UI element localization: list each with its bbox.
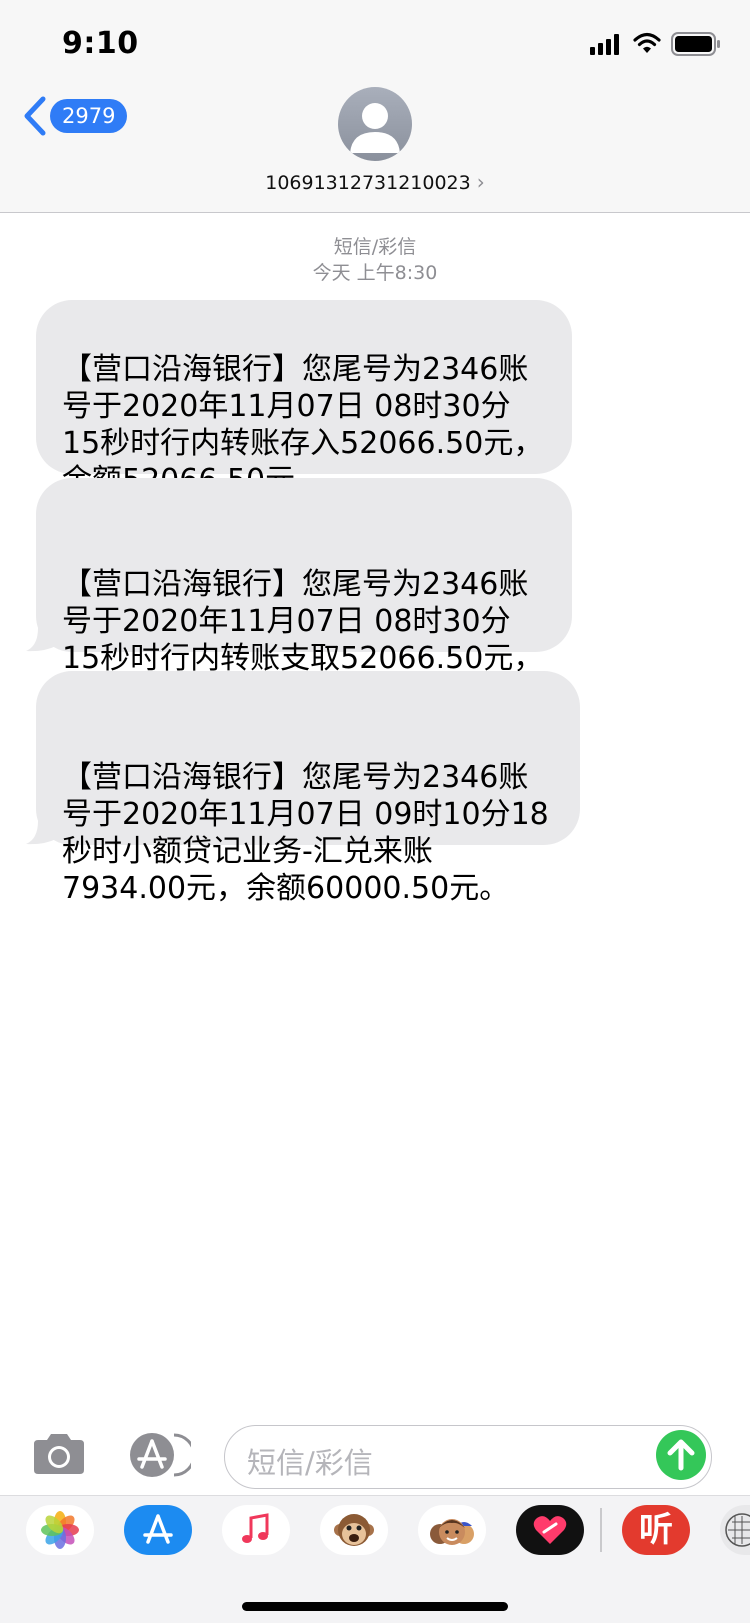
message-text: 【营口沿海银行】您尾号为2346账号于2020年11月07日 08时30分15秒… (62, 352, 544, 498)
grid-icon (725, 1513, 750, 1547)
message-text: 【营口沿海银行】您尾号为2346账号于2020年11月07日 09时10分18秒… (62, 760, 549, 906)
battery-icon (671, 32, 720, 56)
ting-icon: 听 (639, 1510, 673, 1550)
music-app-button[interactable] (222, 1505, 290, 1555)
app-store-icon (143, 1514, 173, 1544)
photos-app-button[interactable] (26, 1505, 94, 1555)
digital-touch-app-button[interactable] (516, 1505, 584, 1555)
message-bubble[interactable]: 【营口沿海银行】您尾号为2346账号于2020年11月07日 08时30分15秒… (36, 300, 572, 498)
bubble-tail (26, 624, 56, 652)
app-store-icon[interactable] (125, 1432, 191, 1478)
animoji-app-button[interactable] (320, 1505, 388, 1555)
contact-number[interactable]: 10691312731210023 › (0, 170, 750, 194)
monkey-icon (334, 1514, 374, 1546)
send-button[interactable] (656, 1430, 706, 1480)
memoji-icon (430, 1519, 474, 1545)
ting-app-button[interactable]: 听 (622, 1505, 690, 1555)
thread-timestamp: 短信/彩信 今天 上午8:30 (0, 234, 750, 286)
arrow-up-icon (667, 1439, 695, 1471)
status-time: 9:10 (62, 26, 139, 61)
photos-icon (41, 1511, 79, 1549)
timestamp-label: 今天 上午8:30 (312, 262, 438, 284)
home-indicator[interactable] (242, 1602, 508, 1611)
cellular-signal-icon (590, 34, 619, 55)
message-input[interactable]: 短信/彩信 (224, 1425, 712, 1489)
person-icon (350, 103, 400, 153)
memoji-app-button[interactable] (418, 1505, 486, 1555)
contact-avatar[interactable] (338, 87, 412, 161)
unread-count-badge: 2979 (50, 99, 128, 133)
service-label: 短信/彩信 (333, 236, 417, 258)
drawer-divider (600, 1508, 602, 1552)
navigation-header: 9:10 2979 10691312731210023 › (0, 0, 750, 213)
chevron-left-icon (24, 96, 46, 136)
message-bubble[interactable]: 【营口沿海银行】您尾号为2346账号于2020年11月07日 09时10分18秒… (26, 671, 580, 906)
app-store-app-button[interactable] (124, 1505, 192, 1555)
message-input-placeholder: 短信/彩信 (247, 1446, 373, 1480)
contact-number-text: 10691312731210023 (265, 172, 471, 194)
message-bubble[interactable]: 【营口沿海银行】您尾号为2346账号于2020年11月07日 08时30分15秒… (26, 478, 572, 713)
music-icon (242, 1513, 269, 1543)
chevron-right-icon: › (476, 170, 485, 194)
bubble-tail (26, 817, 56, 845)
wifi-icon (633, 32, 661, 53)
back-button[interactable]: 2979 (22, 96, 128, 136)
heart-icon (533, 1516, 567, 1544)
camera-icon[interactable] (30, 1432, 88, 1476)
